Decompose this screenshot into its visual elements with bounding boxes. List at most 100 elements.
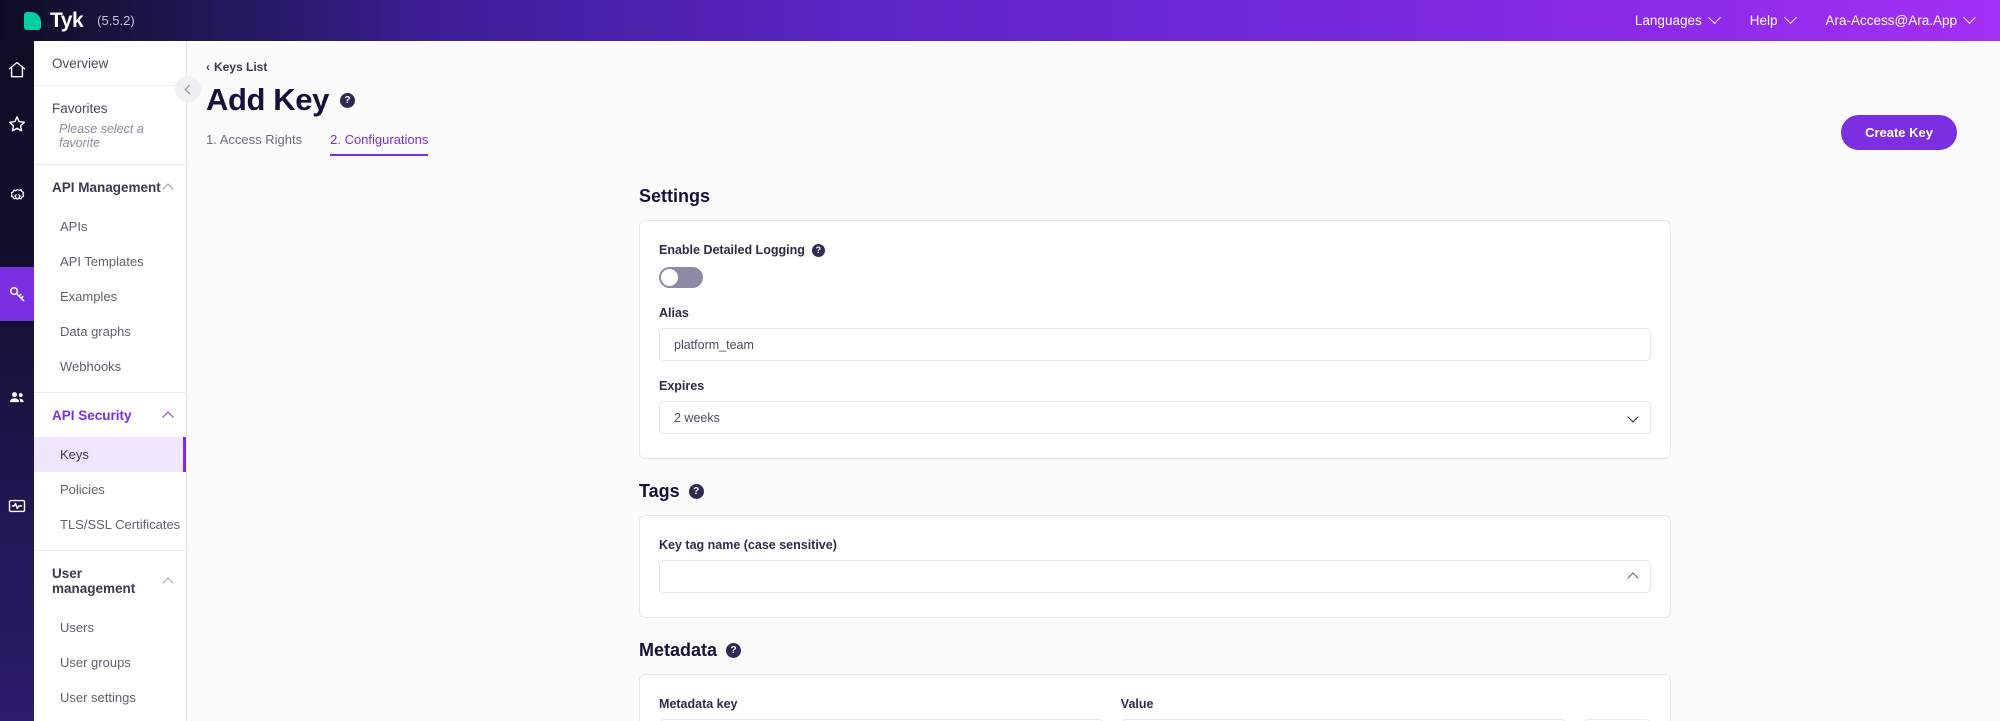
help-icon[interactable]: ? xyxy=(339,92,355,108)
page-title: Add Key xyxy=(206,82,329,117)
settings-heading-row: Settings xyxy=(639,186,1671,207)
metadata-key-col: Metadata key xyxy=(659,697,1104,721)
users-icon xyxy=(7,388,27,408)
sidebar-item-keys[interactable]: Keys xyxy=(34,437,186,472)
tags-card: Key tag name (case sensitive) xyxy=(639,515,1671,618)
help-icon[interactable]: ? xyxy=(726,643,742,658)
expires-select-wrap: 2 weeks xyxy=(659,401,1651,434)
metadata-value-col: Value xyxy=(1120,697,1566,721)
languages-label: Languages xyxy=(1634,13,1702,28)
detailed-logging-label-text: Enable Detailed Logging xyxy=(659,243,805,257)
account-label: Ara-Access@Ara.App xyxy=(1825,13,1958,28)
sidebar-group-label: User management xyxy=(52,566,136,596)
sidebar-item-api-templates[interactable]: API Templates xyxy=(34,244,186,279)
icon-rail xyxy=(0,41,34,721)
monitoring-icon xyxy=(7,496,27,516)
nav-section-user-management: User management Users User groups User s… xyxy=(34,551,186,721)
sidebar-group-user-management[interactable]: User management xyxy=(34,551,186,610)
metadata-heading-row: Metadata ? xyxy=(639,640,1671,661)
wizard-tabs: 1. Access Rights 2. Configurations xyxy=(206,132,2000,156)
expires-label: Expires xyxy=(659,379,705,393)
rail-item-home[interactable] xyxy=(0,43,34,97)
tyk-leaf-icon xyxy=(24,11,41,30)
sidebar-item-favorites[interactable]: Favorites xyxy=(34,86,186,122)
star-icon xyxy=(7,114,27,134)
metadata-card: Metadata key Value ADD xyxy=(639,674,1671,721)
brand-logo[interactable]: Tyk (5.5.2) xyxy=(24,9,135,33)
sidebar-item-policies[interactable]: Policies xyxy=(34,472,186,507)
languages-menu[interactable]: Languages xyxy=(1634,11,1721,28)
chevron-up-icon xyxy=(162,183,174,195)
detailed-logging-label: Enable Detailed Logging ? xyxy=(659,243,1651,257)
alias-label: Alias xyxy=(659,306,689,320)
key-tag-name-label: Key tag name (case sensitive) xyxy=(659,538,837,552)
chevron-down-icon xyxy=(1963,11,1976,25)
key-tag-select-wrap xyxy=(659,560,1651,593)
nav-section-api-management: API Management APIs API Templates Exampl… xyxy=(34,165,186,393)
chevron-down-icon xyxy=(1707,11,1721,25)
sidebar-item-overview[interactable]: Overview xyxy=(34,41,186,85)
sidebar-item-users[interactable]: Users xyxy=(34,610,186,645)
sidebar-item-user-groups[interactable]: User groups xyxy=(34,645,186,680)
breadcrumb-label: Keys List xyxy=(214,60,268,74)
sidebar-group-api-management[interactable]: API Management xyxy=(34,165,186,209)
help-menu[interactable]: Help xyxy=(1749,11,1797,28)
create-key-button[interactable]: Create Key xyxy=(1841,115,1957,150)
sidebar-item-user-settings[interactable]: User settings xyxy=(34,680,186,715)
rail-item-favorites[interactable] xyxy=(0,97,34,151)
top-bar-actions: Languages Help Ara-Access@Ara.App xyxy=(1634,11,1976,28)
sidebar-group-label: API Management xyxy=(52,180,161,195)
key-tag-input[interactable] xyxy=(659,560,1651,593)
nav-section-api-security: API Security Keys Policies TLS/SSL Certi… xyxy=(34,393,186,551)
favorites-empty-hint: Please select a favorite xyxy=(59,122,144,150)
account-menu[interactable]: Ara-Access@Ara.App xyxy=(1825,11,1976,28)
help-icon[interactable]: ? xyxy=(811,243,825,257)
breadcrumb-back-icon: ‹ xyxy=(206,60,210,74)
key-icon xyxy=(7,284,27,304)
help-icon[interactable]: ? xyxy=(688,484,704,499)
chevron-left-icon xyxy=(184,84,194,94)
metadata-value-label: Value xyxy=(1120,697,1154,711)
metadata-row: Metadata key Value ADD xyxy=(659,697,1651,721)
configurations-panel: Settings Enable Detailed Logging ? Alias… xyxy=(639,186,1671,721)
logo-text: Tyk xyxy=(50,8,84,32)
sidebar-item-tls-ssl-certificates[interactable]: TLS/SSL Certificates xyxy=(34,507,186,542)
sidebar-item-examples[interactable]: Examples xyxy=(34,279,186,314)
tags-heading: Tags xyxy=(639,481,680,501)
top-bar: Tyk (5.5.2) Languages Help Ara-Access@Ar… xyxy=(0,0,2000,41)
sidebar-item-apis[interactable]: APIs xyxy=(34,209,186,244)
metadata-heading: Metadata xyxy=(639,640,718,660)
sidebar-collapse-button[interactable] xyxy=(175,76,201,102)
code-gear-icon xyxy=(8,187,27,206)
main-content: ‹ Keys List Add Key ? 1. Access Rights 2… xyxy=(187,41,2000,721)
toggle-knob xyxy=(661,269,678,286)
chevron-down-icon xyxy=(1783,11,1797,25)
rail-item-user-management[interactable] xyxy=(0,371,34,425)
alias-input[interactable]: platform_team xyxy=(659,328,1651,361)
sidebar-item-webhooks[interactable]: Webhooks xyxy=(34,349,186,384)
sidebar-group-api-security[interactable]: API Security xyxy=(34,393,186,437)
page-title-row: Add Key ? xyxy=(206,82,2000,118)
sidebar-group-label: API Security xyxy=(52,408,132,423)
tab-access-rights[interactable]: 1. Access Rights xyxy=(206,132,302,156)
tab-configurations[interactable]: 2. Configurations xyxy=(330,132,429,156)
rail-item-monitoring[interactable] xyxy=(0,479,34,533)
tags-heading-row: Tags ? xyxy=(639,481,1671,502)
rail-item-api-management[interactable] xyxy=(0,169,34,223)
breadcrumb[interactable]: ‹ Keys List xyxy=(206,60,2000,74)
metadata-key-label: Metadata key xyxy=(659,697,738,711)
page-header: ‹ Keys List Add Key ? 1. Access Rights 2… xyxy=(187,41,2000,156)
version-label: (5.5.2) xyxy=(97,13,135,28)
detailed-logging-toggle[interactable] xyxy=(659,267,703,288)
help-label: Help xyxy=(1749,13,1778,28)
rail-item-api-security[interactable] xyxy=(0,267,34,321)
sidebar-item-data-graphs[interactable]: Data graphs xyxy=(34,314,186,349)
expires-select[interactable]: 2 weeks xyxy=(659,401,1651,434)
nav-section-overview: Overview xyxy=(34,41,186,86)
nav-sidebar: Overview Favorites Please select a favor… xyxy=(34,41,187,721)
home-icon xyxy=(7,60,27,80)
chevron-up-icon xyxy=(162,411,174,423)
settings-card: Enable Detailed Logging ? Alias platform… xyxy=(639,220,1671,459)
settings-heading: Settings xyxy=(639,186,711,206)
nav-section-favorites: Favorites Please select a favorite xyxy=(34,86,186,165)
